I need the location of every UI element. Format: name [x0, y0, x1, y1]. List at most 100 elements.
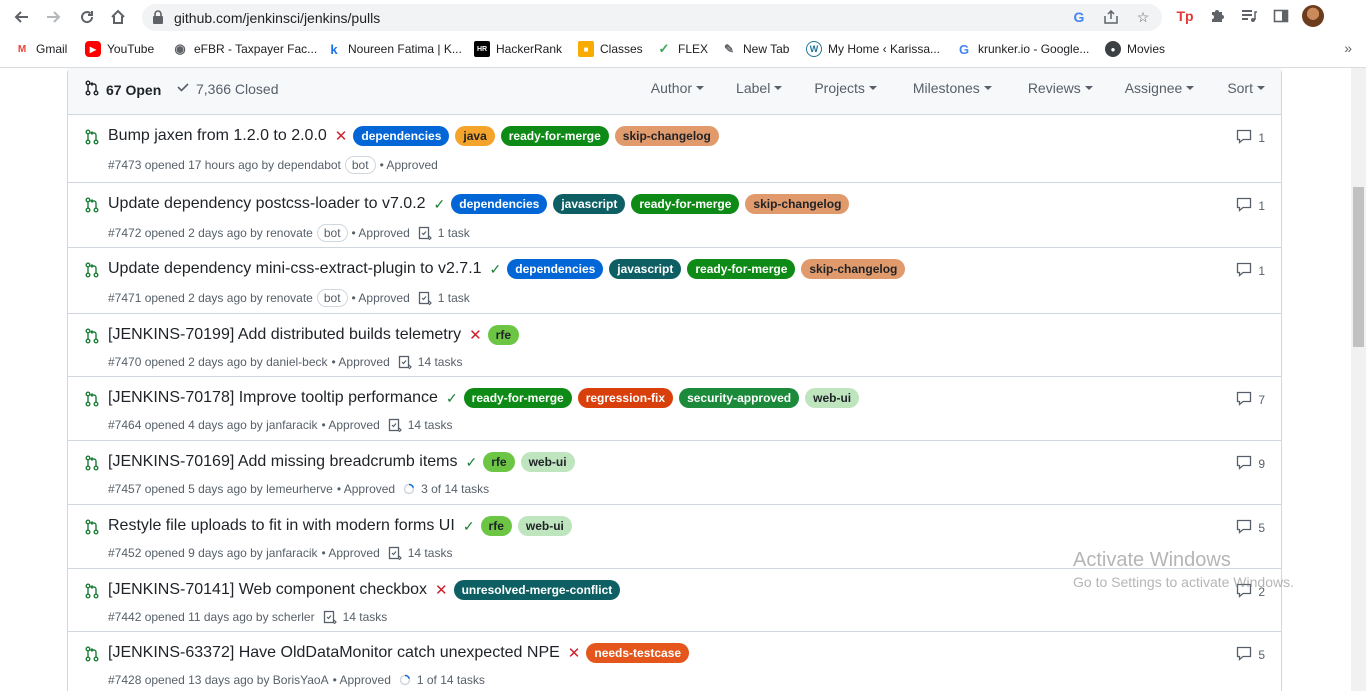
label-java[interactable]: java [455, 126, 495, 146]
label-unresolved-merge-conflict[interactable]: unresolved-merge-conflict [453, 580, 621, 600]
bookmark-my-home[interactable]: W My Home ‹ Karissa... [806, 37, 940, 61]
filter-assignee[interactable]: Assignee [1125, 80, 1195, 96]
checks-failed-icon[interactable]: ✕ [469, 326, 482, 344]
tp-extension-icon[interactable]: Tp [1174, 5, 1196, 27]
share-icon[interactable] [1102, 8, 1120, 26]
label-web-ui[interactable]: web-ui [517, 516, 572, 536]
pull-request-title-link[interactable]: [JENKINS-70169] Add missing breadcrumb i… [108, 453, 457, 471]
label-web-ui[interactable]: web-ui [805, 388, 860, 408]
label-ready-for-merge[interactable]: ready-for-merge [687, 259, 796, 279]
checks-passed-icon[interactable]: ✓ [465, 454, 477, 471]
page-scrollbar[interactable] [1351, 68, 1366, 691]
media-control-icon[interactable] [1238, 5, 1260, 27]
label-web-ui[interactable]: web-ui [520, 452, 575, 472]
bookmark-gmail[interactable]: M Gmail [14, 37, 68, 61]
comments-link[interactable]: 1 [1236, 128, 1265, 147]
pull-request-title-link[interactable]: Update dependency postcss-loader to v7.0… [108, 195, 426, 213]
label-needs-testcase[interactable]: needs-testcase [586, 643, 690, 663]
label-ready-for-merge[interactable]: ready-for-merge [500, 126, 609, 146]
checks-passed-icon[interactable]: ✓ [446, 390, 458, 407]
filter-sort[interactable]: Sort [1227, 80, 1265, 96]
bookmark-krunker[interactable]: G krunker.io - Google... [956, 37, 1089, 61]
profile-avatar[interactable] [1302, 5, 1324, 27]
reload-icon[interactable] [75, 5, 99, 29]
label-security-approved[interactable]: security-approved [679, 388, 800, 408]
label-skip-changelog[interactable]: skip-changelog [801, 259, 906, 279]
label-dependencies[interactable]: dependencies [451, 194, 548, 214]
label-dependencies[interactable]: dependencies [353, 126, 450, 146]
review-status[interactable]: • Approved [322, 418, 380, 432]
scrollbar-thumb[interactable] [1353, 187, 1364, 347]
label-ready-for-merge[interactable]: ready-for-merge [463, 388, 572, 408]
pull-request-title-link[interactable]: [JENKINS-70199] Add distributed builds t… [108, 326, 461, 344]
comments-link[interactable]: 5 [1236, 518, 1265, 537]
comments-link[interactable]: 1 [1236, 196, 1265, 215]
label-dependencies[interactable]: dependencies [507, 259, 604, 279]
checks-passed-icon[interactable]: ✓ [463, 518, 475, 535]
comments-link[interactable]: 5 [1236, 645, 1265, 664]
label-skip-changelog[interactable]: skip-changelog [745, 194, 850, 214]
review-status[interactable]: • Approved [380, 158, 438, 172]
filter-reviews[interactable]: Reviews [1028, 80, 1093, 96]
label-rfe[interactable]: rfe [480, 516, 512, 536]
label-javascript[interactable]: javascript [553, 194, 626, 214]
address-bar[interactable]: github.com/jenkinsci/jenkins/pulls G ☆ [142, 4, 1162, 31]
bookmark-movies[interactable]: ● Movies [1105, 37, 1165, 61]
checks-failed-icon[interactable]: ✕ [435, 581, 448, 599]
comments-link[interactable]: 7 [1236, 390, 1265, 409]
pull-request-title-link[interactable]: Update dependency mini-css-extract-plugi… [108, 260, 482, 278]
review-status[interactable]: • Approved [337, 482, 395, 496]
filter-projects[interactable]: Projects [814, 80, 877, 96]
filter-author[interactable]: Author [651, 80, 705, 96]
label-rfe[interactable]: rfe [487, 325, 519, 345]
review-status[interactable]: • Approved [352, 226, 410, 240]
bookmark-hackerrank[interactable]: HR HackerRank [474, 37, 562, 61]
review-status[interactable]: • Approved [333, 673, 391, 687]
label-javascript[interactable]: javascript [609, 259, 682, 279]
pull-request-row[interactable]: [JENKINS-70199] Add distributed builds t… [68, 313, 1281, 376]
label-regression-fix[interactable]: regression-fix [577, 388, 674, 408]
open-filter[interactable]: 67 Open [84, 80, 161, 99]
pull-request-title-link[interactable]: [JENKINS-63372] Have OldDataMonitor catc… [108, 644, 560, 662]
back-arrow-icon[interactable] [9, 5, 33, 29]
extensions-puzzle-icon[interactable] [1206, 5, 1228, 27]
label-rfe[interactable]: rfe [483, 452, 515, 472]
bookmark-noureen[interactable]: k Noureen Fatima | K... [326, 37, 461, 61]
pull-request-row[interactable]: Update dependency mini-css-extract-plugi… [68, 247, 1281, 313]
pull-request-row[interactable]: Update dependency postcss-loader to v7.0… [68, 182, 1281, 247]
bookmark-efbr[interactable]: ◉ eFBR - Taxpayer Fac... [172, 37, 317, 61]
checks-failed-icon[interactable]: ✕ [335, 127, 348, 145]
label-ready-for-merge[interactable]: ready-for-merge [631, 194, 740, 214]
pull-request-title-link[interactable]: Bump jaxen from 1.2.0 to 2.0.0 [108, 127, 327, 145]
forward-arrow-icon[interactable] [42, 5, 66, 29]
star-icon[interactable]: ☆ [1134, 8, 1152, 26]
review-status[interactable]: • Approved [332, 355, 390, 369]
checks-passed-icon[interactable]: ✓ [434, 196, 446, 213]
closed-filter[interactable]: 7,366 Closed [176, 80, 279, 97]
pull-request-title-link[interactable]: [JENKINS-70141] Web component checkbox [108, 581, 427, 599]
bookmark-youtube[interactable]: ▶ YouTube [85, 37, 154, 61]
side-panel-icon[interactable] [1270, 5, 1292, 27]
bookmark-flex[interactable]: ✓ FLEX [656, 37, 708, 61]
comments-link[interactable]: 1 [1236, 261, 1265, 280]
pull-request-row[interactable]: [JENKINS-63372] Have OldDataMonitor catc… [68, 631, 1281, 691]
checks-passed-icon[interactable]: ✓ [490, 261, 502, 278]
google-icon[interactable]: G [1070, 8, 1088, 26]
pull-request-title-link[interactable]: Restyle file uploads to fit in with mode… [108, 517, 455, 535]
filter-label[interactable]: Label [736, 80, 783, 96]
home-icon[interactable] [106, 5, 130, 29]
review-status[interactable]: • Approved [322, 546, 380, 560]
comments-link[interactable]: 9 [1236, 454, 1265, 473]
label-skip-changelog[interactable]: skip-changelog [614, 126, 719, 146]
comment-count: 1 [1258, 198, 1265, 213]
pull-request-row[interactable]: [JENKINS-70169] Add missing breadcrumb i… [68, 440, 1281, 504]
bookmark-new-tab[interactable]: ✎ New Tab [721, 37, 790, 61]
pull-request-title-link[interactable]: [JENKINS-70178] Improve tooltip performa… [108, 389, 438, 407]
filter-milestones[interactable]: Milestones [913, 80, 992, 96]
checks-failed-icon[interactable]: ✕ [568, 644, 581, 662]
pull-request-row[interactable]: [JENKINS-70178] Improve tooltip performa… [68, 376, 1281, 440]
bookmark-classes[interactable]: ■ Classes [578, 37, 643, 61]
pull-request-row[interactable]: Bump jaxen from 1.2.0 to 2.0.0 ✕ dependenc… [68, 115, 1281, 182]
review-status[interactable]: • Approved [352, 291, 410, 305]
bookmarks-overflow-icon[interactable]: » [1344, 40, 1352, 56]
